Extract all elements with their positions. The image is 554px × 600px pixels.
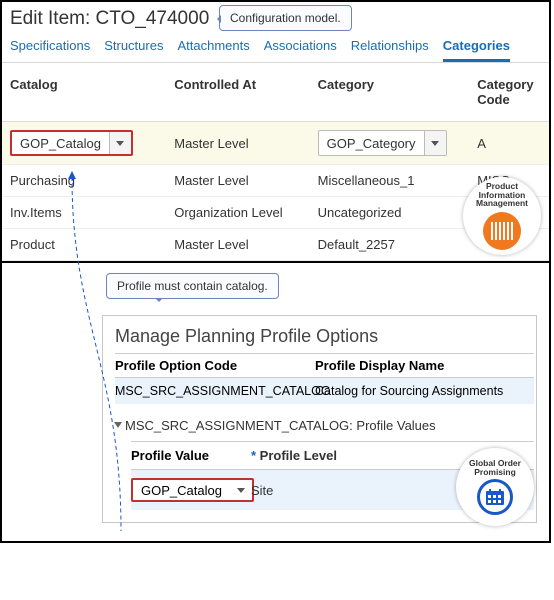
- chevron-down-icon[interactable]: [109, 132, 131, 154]
- category-cell: Miscellaneous_1: [310, 165, 470, 197]
- controlled-cell: Master Level: [166, 229, 309, 261]
- category-dropdown-value: GOP_Category: [319, 134, 424, 153]
- pim-badge: Product Information Management: [463, 177, 541, 255]
- col-profile-level: * Profile Level: [251, 448, 337, 463]
- profile-value-text: GOP_Catalog: [133, 481, 230, 500]
- profile-level-cell: Site: [251, 483, 273, 498]
- catalog-cell: Inv.Items: [2, 197, 166, 229]
- controlled-cell: Master Level: [166, 165, 309, 197]
- callout-profile: Profile must contain catalog.: [106, 273, 279, 299]
- profile-row[interactable]: MSC_SRC_ASSIGNMENT_CATALOG Catalog for S…: [115, 378, 534, 404]
- profile-code-cell: MSC_SRC_ASSIGNMENT_CATALOG: [115, 384, 315, 398]
- col-catalog: Catalog: [2, 63, 166, 122]
- table-row[interactable]: Purchasing Master Level Miscellaneous_1 …: [2, 165, 549, 197]
- code-cell: A: [469, 122, 549, 165]
- profile-panel: Manage Planning Profile Options Profile …: [102, 315, 537, 523]
- col-controlled: Controlled At: [166, 63, 309, 122]
- catalog-cell: Purchasing: [2, 165, 166, 197]
- chevron-down-icon[interactable]: [424, 131, 446, 155]
- col-profile-code: Profile Option Code: [115, 358, 315, 373]
- gop-badge: Global Order Promising: [456, 448, 534, 526]
- barcode-icon: [483, 212, 521, 250]
- catalog-dropdown[interactable]: GOP_Catalog: [10, 130, 133, 156]
- category-cell: Uncategorized: [310, 197, 470, 229]
- tab-structures[interactable]: Structures: [104, 34, 163, 62]
- tab-relationships[interactable]: Relationships: [351, 34, 429, 62]
- profile-sub-header: MSC_SRC_ASSIGNMENT_CATALOG: Profile Valu…: [115, 418, 534, 433]
- profile-sub-text: MSC_SRC_ASSIGNMENT_CATALOG: Profile Valu…: [125, 418, 436, 433]
- tab-categories[interactable]: Categories: [443, 34, 510, 62]
- col-category: Category: [310, 63, 470, 122]
- chevron-down-icon[interactable]: [230, 480, 252, 500]
- pim-text-3: Management: [476, 199, 528, 208]
- col-profile-name: Profile Display Name: [315, 358, 534, 373]
- calendar-icon: [477, 479, 513, 515]
- table-row[interactable]: GOP_Catalog Master Level GOP_Category A: [2, 122, 549, 165]
- col-profile-level-text: Profile Level: [260, 448, 337, 463]
- col-code: Category Code: [469, 63, 549, 122]
- tab-attachments[interactable]: Attachments: [177, 34, 249, 62]
- profile-value-dropdown[interactable]: GOP_Catalog: [131, 478, 254, 502]
- col-profile-value: Profile Value: [131, 448, 251, 463]
- page-title: Edit Item: CTO_474000: [10, 8, 209, 29]
- catalog-dropdown-value: GOP_Catalog: [12, 134, 109, 153]
- tab-associations[interactable]: Associations: [264, 34, 337, 62]
- disclosure-triangle-icon[interactable]: [114, 422, 122, 428]
- tab-specifications[interactable]: Specifications: [10, 34, 90, 62]
- catalog-cell: Product: [2, 229, 166, 261]
- tab-bar: Specifications Structures Attachments As…: [2, 30, 549, 63]
- callout-config-model: Configuration model.: [219, 5, 352, 31]
- profile-name-cell: Catalog for Sourcing Assignments: [315, 384, 534, 398]
- controlled-cell: Master Level: [166, 122, 309, 165]
- profile-title: Manage Planning Profile Options: [115, 326, 534, 347]
- controlled-cell: Organization Level: [166, 197, 309, 229]
- category-cell: Default_2257: [310, 229, 470, 261]
- gop-text-2: Promising: [469, 468, 521, 477]
- category-dropdown[interactable]: GOP_Category: [318, 130, 447, 156]
